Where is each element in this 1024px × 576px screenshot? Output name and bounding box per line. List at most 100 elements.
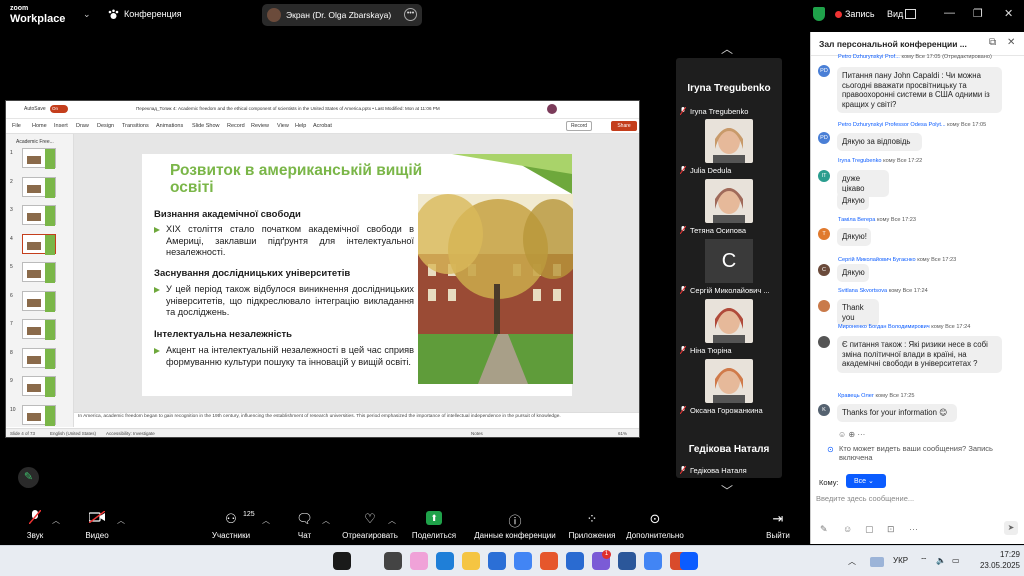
- start-menu-icon[interactable]: [333, 552, 351, 570]
- participant-video[interactable]: [705, 179, 753, 223]
- slide-thumbnail[interactable]: [22, 290, 56, 312]
- minimize-icon[interactable]: —: [944, 7, 955, 19]
- chrome-icon[interactable]: [514, 552, 532, 570]
- chrome-icon[interactable]: [644, 552, 662, 570]
- chat-message[interactable]: Дякую за відповідь: [837, 133, 922, 151]
- language-status[interactable]: English (United States): [50, 431, 96, 436]
- annotate-pencil-icon[interactable]: ✎: [18, 467, 39, 488]
- sender-name[interactable]: Сергій Миколайович Бугаєнко: [838, 257, 916, 263]
- close-icon[interactable]: ✕: [1004, 7, 1013, 20]
- screen-share-indicator[interactable]: Экран (Dr. Olga Zbarskaya) •••: [262, 4, 422, 26]
- participants-options-caret[interactable]: ︿: [262, 515, 270, 526]
- chat-message[interactable]: Дякую: [837, 264, 869, 282]
- send-icon[interactable]: ➤: [1004, 521, 1018, 535]
- leave-button[interactable]: ⇥ Выйти: [762, 505, 794, 545]
- chat-button[interactable]: 🗨 Чат: [292, 505, 317, 545]
- chevron-down-icon[interactable]: ⌄: [83, 9, 91, 20]
- sender-avatar[interactable]: IT: [818, 170, 830, 182]
- chat-message[interactable]: Є питання також : Які ризики несе в собі…: [837, 336, 1002, 373]
- ribbon-tab[interactable]: Draw: [76, 123, 89, 129]
- store-icon[interactable]: [488, 552, 506, 570]
- view-label[interactable]: Вид: [887, 9, 903, 19]
- sender-avatar[interactable]: [818, 336, 830, 348]
- ribbon-tab[interactable]: Home: [32, 123, 47, 129]
- sender-avatar[interactable]: K: [818, 404, 830, 416]
- volume-icon[interactable]: 🔈: [936, 556, 946, 565]
- ribbon-tab[interactable]: Transitions: [122, 123, 149, 129]
- copilot-icon[interactable]: [410, 552, 428, 570]
- chevron-down-icon[interactable]: ﹀: [721, 482, 733, 499]
- popout-icon[interactable]: ⧉: [989, 37, 996, 48]
- more-button[interactable]: ⊙ Дополнительно: [624, 505, 686, 545]
- user-avatar[interactable]: [547, 104, 557, 114]
- file-icon[interactable]: ▢: [865, 524, 874, 535]
- edge-icon[interactable]: [436, 552, 454, 570]
- slide-thumbnail[interactable]: [22, 233, 56, 255]
- accessibility-status[interactable]: Accessibility: Investigate: [106, 431, 155, 436]
- search-icon[interactable]: [358, 552, 376, 570]
- recording-label[interactable]: Запись: [845, 9, 875, 19]
- meeting-info-button[interactable]: ⓘ Данные конференции: [470, 505, 560, 545]
- sender-avatar[interactable]: C: [818, 264, 830, 276]
- clock[interactable]: 17:29 23.05.2025: [975, 549, 1020, 571]
- meeting-label[interactable]: Конференция: [124, 9, 182, 19]
- chat-message[interactable]: Thanks for your information 😊: [837, 404, 957, 422]
- file-explorer-icon[interactable]: [462, 552, 480, 570]
- sender-name[interactable]: Таміла Вегера: [838, 217, 875, 223]
- audio-options-caret[interactable]: ︿: [52, 515, 60, 526]
- slide-thumbnail[interactable]: [22, 376, 56, 397]
- share-button[interactable]: Share: [611, 121, 637, 131]
- slide-thumbnail[interactable]: [22, 347, 56, 369]
- more-icon[interactable]: ···: [909, 524, 918, 534]
- sender-avatar[interactable]: [818, 300, 830, 312]
- slide-thumbnail[interactable]: [22, 176, 56, 198]
- sender-name[interactable]: Petro Dzhurynskyi Prof...: [838, 54, 900, 60]
- apps-button[interactable]: ⁘ Приложения: [566, 505, 618, 545]
- emoji-icon[interactable]: ☺: [843, 524, 852, 534]
- ribbon-tab[interactable]: Slide Show: [192, 123, 220, 129]
- restore-icon[interactable]: ❐: [973, 7, 983, 20]
- ribbon-tab[interactable]: Record: [227, 123, 245, 129]
- chat-message[interactable]: Дякую: [837, 192, 869, 210]
- sender-name[interactable]: Мироненко Богдан Володимирович: [838, 324, 930, 330]
- task-view-icon[interactable]: [384, 552, 402, 570]
- sender-name[interactable]: Iryna Tregubenko: [838, 158, 882, 164]
- chat-options-caret[interactable]: ︿: [322, 515, 330, 526]
- notes-toggle[interactable]: Notes: [471, 431, 483, 436]
- ribbon-tab[interactable]: File: [12, 123, 21, 129]
- message-input[interactable]: Введите здесь сообщение...: [816, 492, 1020, 508]
- audio-button[interactable]: Звук: [20, 505, 50, 545]
- chat-message[interactable]: Thank you: [837, 299, 879, 326]
- sender-name[interactable]: Svitlana Skvortsova: [838, 288, 887, 294]
- mail-icon[interactable]: [566, 552, 584, 570]
- ribbon-tab[interactable]: Insert: [54, 123, 68, 129]
- tray-app-icon[interactable]: [870, 557, 884, 567]
- office-icon[interactable]: [540, 552, 558, 570]
- slide-thumbnail[interactable]: [22, 148, 56, 169]
- ribbon-tab[interactable]: View: [277, 123, 289, 129]
- slide-thumbnail[interactable]: [22, 262, 56, 283]
- sender-avatar[interactable]: T: [818, 228, 830, 240]
- sender-avatar[interactable]: PD: [818, 65, 830, 77]
- who-can-see-notice[interactable]: Кто может видеть ваши сообщения? Запись …: [839, 444, 1019, 462]
- tray-chevron-icon[interactable]: ︿: [848, 556, 856, 567]
- autosave-toggle[interactable]: On: [50, 105, 68, 113]
- ribbon-tab[interactable]: Design: [97, 123, 114, 129]
- video-button[interactable]: Видео: [82, 505, 112, 545]
- battery-icon[interactable]: ▭: [952, 556, 960, 565]
- sender-name[interactable]: Кравець Олег: [838, 393, 874, 399]
- sender-avatar[interactable]: PD: [818, 132, 830, 144]
- recipient-select[interactable]: Все ⌄: [846, 474, 886, 488]
- ribbon-tab[interactable]: Help: [295, 123, 306, 129]
- more-options-icon[interactable]: •••: [404, 8, 417, 21]
- security-shield-icon[interactable]: [813, 7, 825, 21]
- grid-view-icon[interactable]: [905, 9, 916, 19]
- record-button[interactable]: Record: [566, 121, 592, 131]
- react-options-caret[interactable]: ︿: [388, 515, 396, 526]
- slide-thumbnail[interactable]: [22, 205, 56, 226]
- ribbon-tab[interactable]: Animations: [156, 123, 183, 129]
- zoom-taskbar-icon[interactable]: [680, 552, 698, 570]
- format-icon[interactable]: ✎: [820, 524, 828, 535]
- participant-video[interactable]: [705, 299, 753, 343]
- wifi-icon[interactable]: ⌔: [920, 556, 928, 566]
